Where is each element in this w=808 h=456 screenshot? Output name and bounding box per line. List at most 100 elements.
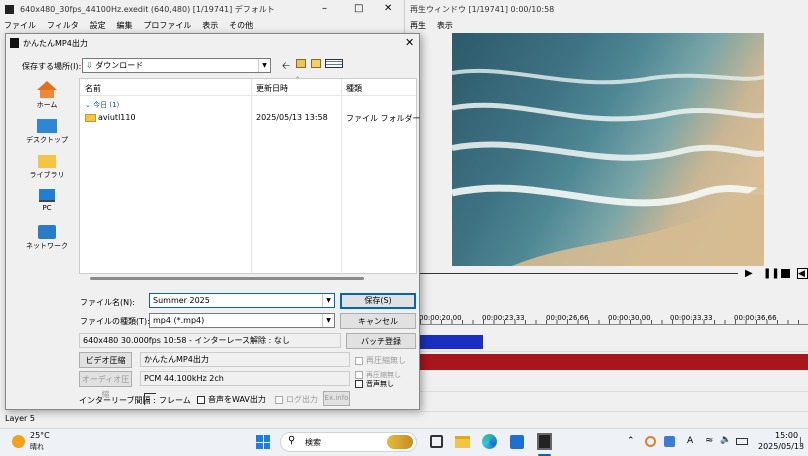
save-dialog: かんたんMP4出力 ✕ 保存する場所(I): ⇩ ダウンロード ▼ 🡠 ホーム …	[5, 33, 421, 410]
video-clip[interactable]	[420, 335, 483, 349]
editor-menubar: ファイル フィルタ 設定 編集 プロファイル 表示 その他	[4, 20, 261, 31]
volume-icon[interactable]: ◀	[797, 268, 808, 279]
ime-indicator[interactable]: A	[687, 436, 693, 446]
interleave-input[interactable]	[144, 393, 156, 405]
notification-icon[interactable]	[800, 437, 806, 447]
new-folder-icon[interactable]	[311, 59, 321, 68]
tray-shield-icon[interactable]	[664, 436, 675, 447]
save-in-select[interactable]: ⇩ ダウンロード ▼	[82, 58, 271, 73]
pc-icon	[39, 189, 55, 202]
menu-other[interactable]: その他	[229, 21, 253, 30]
speaker-icon[interactable]: 🔈	[720, 435, 731, 445]
menu-play[interactable]: 再生	[410, 21, 426, 30]
play-icon[interactable]: ▶	[745, 268, 756, 279]
player-menubar: 再生 表示	[410, 20, 461, 31]
home-place[interactable]: ホーム	[20, 79, 74, 115]
collapse-icon: ⌄	[85, 101, 91, 109]
column-type[interactable]: 種類	[346, 83, 362, 94]
start-icon[interactable]	[256, 435, 270, 449]
filename-input[interactable]: Summer 2025 ▼	[149, 293, 335, 308]
file-explorer-icon[interactable]	[455, 436, 470, 448]
search-placeholder: 検索	[305, 438, 321, 447]
network-place[interactable]: ネットワーク	[20, 221, 74, 257]
pause-icon[interactable]: ❚❚	[763, 268, 780, 279]
no-audio-checkbox[interactable]: 音声無し	[355, 379, 394, 389]
menu-filter[interactable]: フィルタ	[47, 21, 79, 30]
tick-label: 00:00:33.33	[670, 314, 713, 322]
column-date[interactable]: 更新日時	[256, 83, 288, 94]
menu-settings[interactable]: 設定	[90, 21, 106, 30]
aviutl-taskbar-icon[interactable]	[537, 433, 552, 450]
video-uncompressed-label: 再圧縮無し	[366, 356, 406, 365]
search-icon: ⚲	[288, 435, 296, 446]
menu-profile[interactable]: プロファイル	[143, 21, 191, 30]
stop-icon[interactable]	[781, 269, 790, 278]
maximize-button[interactable]: □	[354, 3, 368, 14]
desktop-icon	[37, 119, 57, 133]
filetype-select[interactable]: mp4 (*.mp4) ▼	[149, 313, 335, 328]
no-audio-label: 音声無し	[366, 380, 394, 388]
batch-button[interactable]: バッチ登録	[346, 333, 416, 349]
back-icon[interactable]: 🡠	[282, 59, 290, 76]
filetype-value: mp4 (*.mp4)	[153, 316, 205, 325]
file-list[interactable]: 名前 更新日時 ⌃ 種類 ⌄ 今日 (1) aviutl110 2025/05/…	[79, 76, 421, 275]
dialog-icon	[10, 38, 19, 48]
group-header[interactable]: ⌄ 今日 (1)	[85, 100, 119, 110]
battery-icon[interactable]	[736, 438, 748, 445]
tick-label: 00:00:36.66	[734, 314, 777, 322]
wifi-icon[interactable]: ≈	[705, 435, 713, 446]
close-button[interactable]: ✕	[384, 3, 398, 14]
save-button[interactable]: 保存(S)	[340, 293, 416, 309]
library-icon	[38, 155, 56, 168]
cancel-button[interactable]: キャンセル	[340, 313, 416, 329]
menu-player-view[interactable]: 表示	[437, 21, 453, 30]
column-name[interactable]: 名前	[85, 83, 101, 94]
search-box[interactable]: ⚲ 検索	[280, 432, 417, 452]
library-place[interactable]: ライブラリ	[20, 151, 74, 185]
clock-date[interactable]: 2025/05/13	[758, 442, 804, 451]
filename-value: Summer 2025	[153, 296, 210, 305]
seek-bar[interactable]	[413, 273, 738, 274]
pc-label: PC	[42, 204, 52, 212]
horizontal-scrollbar[interactable]	[90, 277, 364, 280]
audio-uncompressed-label: 再圧縮無し	[366, 371, 401, 379]
home-label: ホーム	[36, 101, 58, 109]
clock-time[interactable]: 15:00	[775, 431, 798, 440]
dialog-title: かんたんMP4出力	[23, 39, 88, 48]
menu-file[interactable]: ファイル	[4, 21, 36, 30]
audio-clip[interactable]	[420, 354, 808, 370]
pc-place[interactable]: PC	[20, 185, 74, 221]
video-preview	[452, 33, 764, 266]
store-icon[interactable]	[510, 435, 524, 449]
file-name: aviutl110	[98, 113, 136, 122]
menu-edit[interactable]: 編集	[116, 21, 132, 30]
tick-label: 00:00:30.00	[608, 314, 651, 322]
video-info-text: 640x480 30.000fps 10:58 - インターレース解除 : なし	[79, 333, 341, 348]
view-menu-icon[interactable]	[325, 59, 343, 68]
tray-chevron-icon[interactable]: ⌃	[627, 436, 635, 446]
menu-view[interactable]: 表示	[202, 21, 218, 30]
desktop-place[interactable]: デスクトップ	[20, 117, 74, 149]
video-compress-button[interactable]: ビデオ圧縮	[79, 352, 132, 368]
network-icon	[38, 225, 56, 239]
timeline-area: 00:00:20.00 00:00:23.33 00:00:26.66 00:0…	[404, 290, 808, 428]
chevron-down-icon: ▼	[258, 59, 270, 72]
task-view-icon[interactable]	[430, 435, 443, 448]
list-item[interactable]: aviutl110 2025/05/13 13:58 ファイル フォルダー	[80, 111, 421, 125]
weather-temp[interactable]: 25°C	[30, 431, 50, 440]
dialog-close-button[interactable]: ✕	[405, 36, 414, 49]
sort-chevron-icon: ⌃	[295, 76, 301, 83]
up-folder-icon[interactable]	[296, 59, 306, 68]
layer-label: Layer 5	[5, 414, 35, 423]
edge-icon[interactable]	[482, 434, 497, 449]
library-label: ライブラリ	[29, 171, 65, 179]
taskbar: 25°C 晴れ ⚲ 検索 ⌃ A ≈ 🔈 15:00 2025/05/13	[0, 428, 808, 456]
video-uncompressed-checkbox: 再圧縮無し	[355, 355, 406, 366]
minimize-button[interactable]: –	[322, 3, 336, 14]
wav-output-checkbox[interactable]: 音声をWAV出力	[197, 394, 266, 405]
tray-app-icon[interactable]	[645, 436, 656, 447]
track-row	[420, 374, 808, 392]
filetype-label: ファイルの種類(T):	[80, 317, 150, 326]
weather-icon[interactable]	[12, 435, 25, 448]
beach-scene	[452, 68, 764, 266]
